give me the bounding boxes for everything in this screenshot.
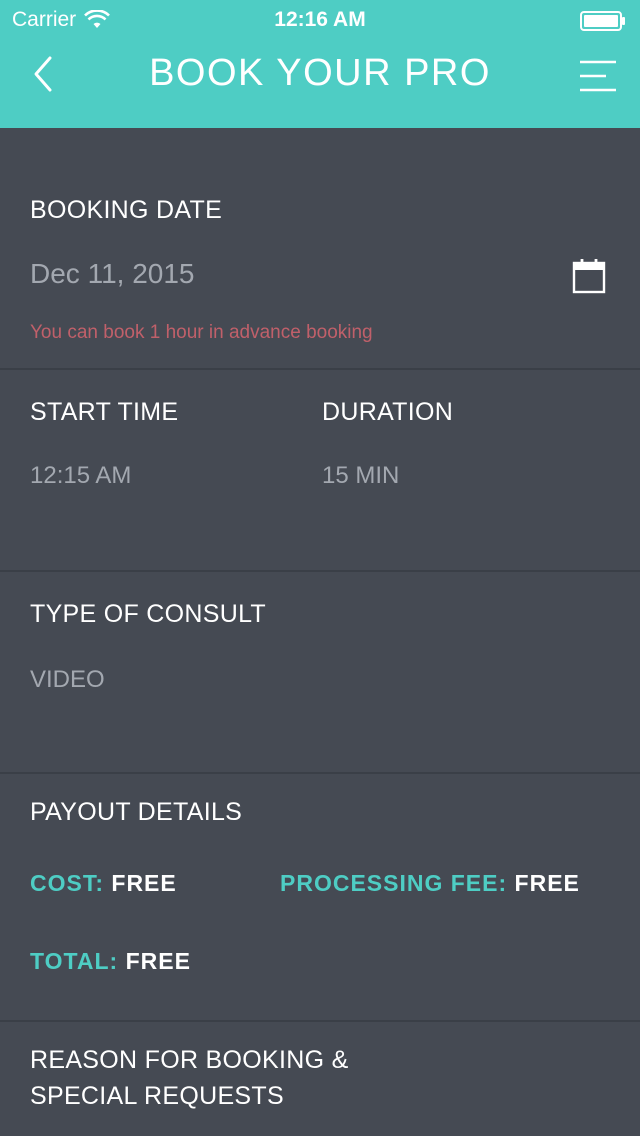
- calendar-icon[interactable]: [572, 258, 606, 294]
- nav-bar: BOOK YOUR PRO: [0, 40, 640, 128]
- processing-fee-label: PROCESSING FEE:: [280, 870, 508, 896]
- cost-value: FREE: [111, 870, 177, 896]
- menu-button[interactable]: [576, 58, 620, 94]
- header: Carrier 12:16 AM BOOK YOUR PRO: [0, 0, 640, 128]
- payout-label: PAYOUT DETAILS: [30, 798, 243, 826]
- duration-label: DURATION: [322, 398, 454, 426]
- duration-field[interactable]: 15 MIN: [322, 462, 399, 490]
- processing-fee-row: PROCESSING FEE: FREE: [280, 870, 580, 897]
- total-label: TOTAL:: [30, 948, 119, 974]
- consult-type-field[interactable]: VIDEO: [30, 666, 105, 694]
- booking-date-field[interactable]: Dec 11, 2015: [30, 258, 195, 290]
- reason-section: REASON FOR BOOKING & SPECIAL REQUESTS: [0, 1022, 640, 1136]
- status-bar: Carrier 12:16 AM: [0, 0, 640, 40]
- page-title: BOOK YOUR PRO: [149, 52, 491, 94]
- total-row: TOTAL: FREE: [30, 948, 191, 975]
- status-time: 12:16 AM: [274, 8, 366, 31]
- start-time-field[interactable]: 12:15 AM: [30, 462, 131, 490]
- booking-note: You can book 1 hour in advance booking: [30, 322, 373, 343]
- cost-row: COST: FREE: [30, 870, 177, 897]
- start-time-label: START TIME: [30, 398, 179, 426]
- battery-icon: [580, 11, 625, 31]
- reason-label-line2: SPECIAL REQUESTS: [30, 1082, 284, 1110]
- payout-section: PAYOUT DETAILS COST: FREE PROCESSING FEE…: [0, 774, 640, 1022]
- booking-date-label: BOOKING DATE: [30, 196, 223, 224]
- time-section: START TIME 12:15 AM DURATION 15 MIN: [0, 370, 640, 572]
- processing-fee-value: FREE: [514, 870, 580, 896]
- consult-label: TYPE OF CONSULT: [30, 600, 267, 628]
- consult-section: TYPE OF CONSULT VIDEO: [0, 572, 640, 774]
- cost-label: COST:: [30, 870, 104, 896]
- total-value: FREE: [125, 948, 191, 974]
- booking-date-section: BOOKING DATE Dec 11, 2015 You can book 1…: [0, 128, 640, 370]
- reason-label-line1: REASON FOR BOOKING &: [30, 1046, 349, 1074]
